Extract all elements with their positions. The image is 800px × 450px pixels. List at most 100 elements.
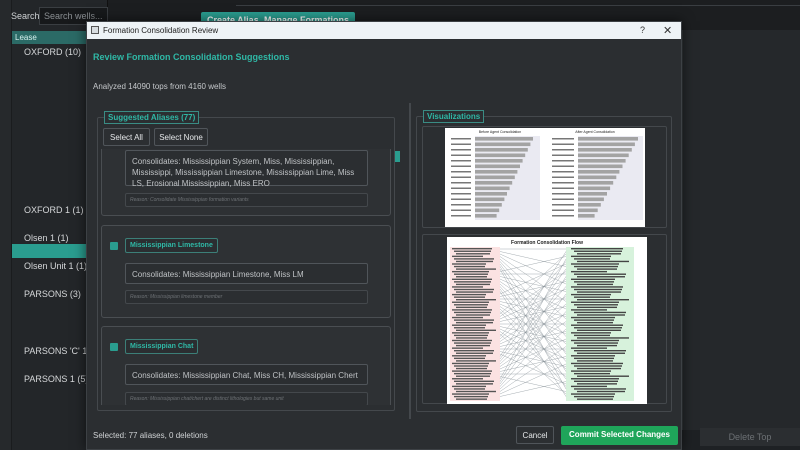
lease-item[interactable]: OXFORD (10) (24, 47, 81, 57)
flow-target-label (577, 390, 625, 393)
flow-source-label (454, 380, 494, 382)
after-tick-label (552, 187, 574, 189)
reason-field[interactable]: Reason: Consolidate Mississippian format… (125, 193, 368, 207)
flow-source-label (456, 268, 496, 270)
flow-line (499, 376, 567, 392)
flow-line (499, 271, 567, 317)
visualizations-title: Visualizations (423, 110, 485, 123)
lease-item[interactable]: Olsen 1 (1) (24, 233, 69, 243)
after-bar (578, 148, 632, 152)
flow-target-label (571, 385, 607, 388)
after-bar (578, 214, 595, 218)
flow-target-label (577, 253, 621, 255)
alias-checkbox[interactable] (110, 242, 118, 250)
flow-target-label (571, 293, 611, 296)
before-bar (475, 186, 510, 191)
select-none-button[interactable]: Select None (154, 128, 208, 146)
alias-name-tag: Mississippian Chat (125, 339, 199, 354)
before-tick-label (451, 160, 471, 162)
before-tick-label (451, 176, 471, 178)
details-panel (682, 30, 800, 430)
flow-source-label (454, 250, 491, 252)
alias-card: Mississippian Chat Consolidates: Mississ… (101, 326, 391, 405)
after-tick-label (552, 209, 574, 211)
lease-item[interactable]: Olsen Unit 1 (1) (24, 261, 87, 271)
flow-source-label (452, 355, 486, 357)
close-icon[interactable]: ✕ (663, 24, 672, 37)
flow-lines (499, 248, 567, 397)
lease-item[interactable]: OXFORD 1 (1) (24, 205, 84, 215)
flow-source-label (454, 395, 488, 398)
after-bar (578, 153, 629, 158)
flow-chart-title: Formation Consolidation Flow (511, 240, 583, 246)
dialog-titlebar[interactable]: Formation Consolidation Review ? ✕ (87, 22, 681, 39)
flow-target-label (577, 360, 613, 362)
flow-source-label (456, 321, 493, 324)
cancel-button[interactable]: Cancel (516, 426, 554, 444)
flow-source-label (456, 314, 490, 316)
flow-target-label (574, 281, 614, 283)
delete-top-button[interactable]: Delete Top (700, 428, 800, 446)
flow-source-label (452, 263, 486, 265)
alias-checkbox[interactable] (110, 343, 118, 351)
flow-source-label (456, 383, 493, 385)
flow-target-label (571, 324, 623, 326)
reason-field[interactable]: Reason: Mississippian chat/chert are dis… (125, 392, 368, 405)
after-tick-label (552, 143, 574, 145)
lease-item[interactable]: PARSONS (3) (24, 289, 81, 299)
flow-line (499, 278, 567, 340)
after-bar (578, 164, 623, 169)
select-all-button[interactable]: Select All (103, 128, 150, 146)
review-heading: Review Formation Consolidation Suggestio… (93, 52, 290, 62)
flow-target-label (574, 350, 626, 352)
aliases-scrollbar-handle[interactable] (395, 151, 400, 162)
flow-source-label (456, 253, 490, 255)
before-tick-label (451, 193, 471, 195)
flow-line (499, 253, 567, 285)
help-icon[interactable]: ? (640, 25, 645, 35)
aliases-scroll-area[interactable]: Consolidates: Mississippian System, Miss… (98, 149, 394, 405)
flow-target-label (574, 265, 618, 268)
flow-source-label (454, 350, 494, 352)
flow-source-label (456, 398, 487, 400)
flow-target-label (577, 375, 629, 377)
before-tick-label (451, 143, 471, 145)
flow-target-label (574, 380, 618, 382)
flow-source-label (452, 370, 492, 372)
flow-target-label (571, 355, 615, 357)
flow-source-label (456, 352, 493, 354)
flow-source-label (452, 248, 492, 250)
suggested-aliases-title: Suggested Aliases (77) (104, 111, 200, 124)
before-bar (475, 192, 507, 196)
aliases-scrollbar[interactable] (409, 103, 411, 419)
flow-source-label (456, 390, 496, 393)
flow-source-label (456, 299, 496, 301)
flow-target-label (577, 383, 617, 385)
flow-target-label (571, 339, 619, 342)
after-bar (578, 203, 601, 207)
commit-selected-changes-button[interactable]: Commit Selected Changes (561, 426, 678, 445)
after-bar (578, 186, 611, 191)
flow-target-label (571, 301, 619, 303)
comparison-chart-svg: Before Agent Consolidation After Agent C… (451, 130, 643, 220)
flow-target-label (571, 347, 607, 349)
comparison-chart-frame: Before Agent Consolidation After Agent C… (422, 126, 667, 228)
flow-source-label (452, 309, 492, 311)
reason-field[interactable]: Reason: Mississippian limestone member (125, 290, 368, 304)
lease-item[interactable]: PARSONS 1 (5) (24, 374, 88, 384)
consolidates-text: Consolidates: Mississippian System, Miss… (125, 150, 368, 188)
flow-target-label (574, 319, 614, 321)
flow-source-label (454, 288, 494, 291)
flow-line (499, 303, 567, 365)
left-scrollbar[interactable] (0, 0, 12, 450)
flow-chart: Formation Consolidation Flow (447, 237, 647, 404)
flow-source-label (454, 311, 491, 314)
selection-status: Selected: 77 aliases, 0 deletions (93, 431, 208, 440)
flow-source-label (454, 372, 491, 375)
flow-source-label (452, 301, 489, 303)
flow-source-label (454, 273, 488, 275)
flow-source-label (452, 316, 483, 319)
flow-target-label (571, 248, 623, 250)
flow-target-label (577, 367, 621, 370)
source-column-bg (450, 247, 500, 401)
